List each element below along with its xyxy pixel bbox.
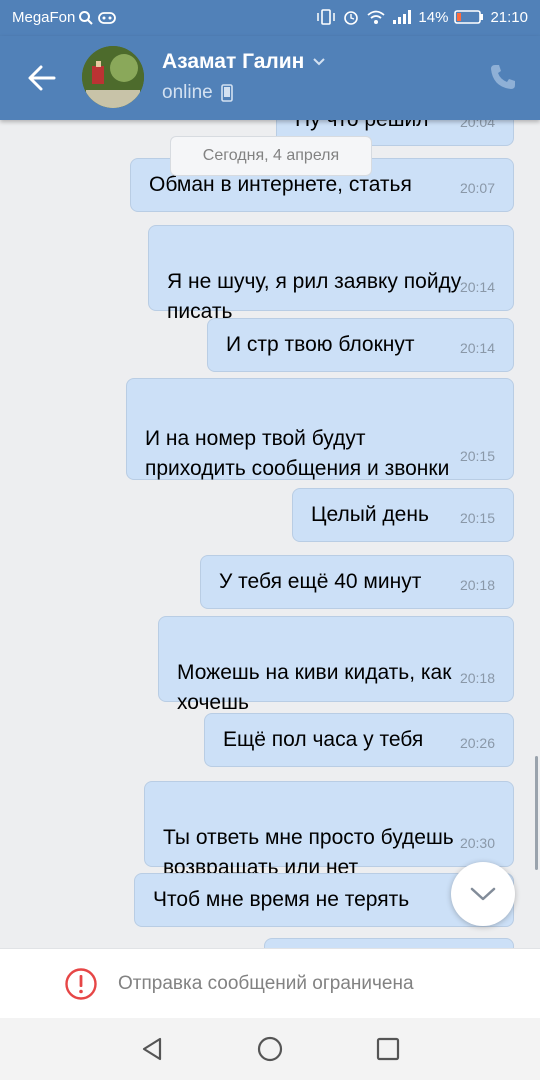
contact-name-text: Азамат Галин [162, 50, 305, 73]
contact-name[interactable]: Азамат Галин [162, 50, 326, 74]
contact-status: online [162, 82, 233, 104]
message-text: Обман в интернете, статья [149, 173, 412, 196]
message-time: 20:26 [459, 735, 495, 751]
message-time: 20:18 [459, 577, 495, 593]
vibrate-icon [317, 9, 336, 25]
message-text: Чтоб мне время не терять [153, 888, 410, 911]
carrier-name: MegaFon [12, 9, 76, 26]
message-bubble[interactable]: Целый день 20:15 [292, 488, 514, 542]
alarm-icon [344, 11, 359, 25]
message-bubble[interactable]: У тебя ещё 40 минут 20:18 [200, 555, 514, 609]
chevron-down-icon [470, 887, 496, 901]
message-bubble[interactable]: Ты ответь мне просто будешь возвращать и… [144, 781, 514, 879]
back-nav-icon[interactable] [138, 1035, 166, 1063]
chat-header: Азамат Галин online [0, 36, 540, 120]
search-icon [79, 10, 94, 25]
alert-icon [65, 968, 97, 1000]
wifi-icon [367, 10, 386, 24]
message-time: 20:15 [459, 510, 495, 526]
message-time: 20:07 [459, 180, 495, 196]
mobile-icon [220, 84, 233, 102]
message-text: Я не шучу, я рил заявку пойду писать [167, 270, 462, 323]
status-text: online [162, 82, 213, 103]
message-bubble-partial[interactable] [264, 938, 514, 948]
message-bubble[interactable]: Ещё пол часа у тебя 20:26 [204, 713, 514, 767]
date-separator: Сегодня, 4 апреля [170, 136, 372, 176]
message-bubble[interactable]: Я не шучу, я рил заявку пойду писать 20:… [148, 225, 514, 323]
message-text: У тебя ещё 40 минут [219, 570, 422, 593]
android-nav-bar [0, 1018, 540, 1080]
message-time: 20:18 [459, 670, 495, 686]
scrollbar[interactable] [535, 756, 538, 870]
message-text: Можешь на киви кидать, как хочешь [177, 661, 452, 714]
message-bubble[interactable]: И на номер твой будут приходить сообщени… [126, 378, 514, 480]
phone-icon[interactable] [488, 62, 518, 92]
signal-icon [393, 10, 412, 24]
message-time: 20:14 [459, 340, 495, 356]
message-text: Ты ответь мне просто будешь возвращать и… [163, 826, 454, 879]
avatar[interactable] [82, 46, 144, 108]
message-text: Ещё пол часа у тебя [223, 728, 424, 751]
recents-nav-icon[interactable] [374, 1035, 402, 1063]
restriction-text: Отправка сообщений ограничена [118, 973, 414, 994]
battery-icon [454, 10, 484, 24]
message-text: Целый день [311, 503, 429, 526]
message-text: И на номер твой будут приходить сообщени… [145, 427, 450, 480]
message-time: 20:30 [459, 835, 495, 851]
back-arrow-icon[interactable] [24, 60, 60, 96]
chevron-down-icon [313, 58, 326, 66]
message-bubble[interactable]: Можешь на киви кидать, как хочешь 20:18 [158, 616, 514, 714]
status-bar: MegaFon 14% 21:10 [0, 0, 540, 36]
scroll-down-button[interactable] [451, 862, 515, 926]
home-nav-icon[interactable] [256, 1035, 284, 1063]
game-controller-icon [98, 11, 117, 24]
message-time: 20:14 [459, 279, 495, 295]
message-text: И стр твою блокнут [226, 333, 415, 356]
restriction-banner: Отправка сообщений ограничена [0, 948, 540, 1019]
message-bubble[interactable]: И стр твою блокнут 20:14 [207, 318, 514, 372]
clock: 21:10 [490, 8, 528, 26]
battery-percent: 14% [418, 8, 449, 26]
message-time: 20:15 [459, 448, 495, 464]
